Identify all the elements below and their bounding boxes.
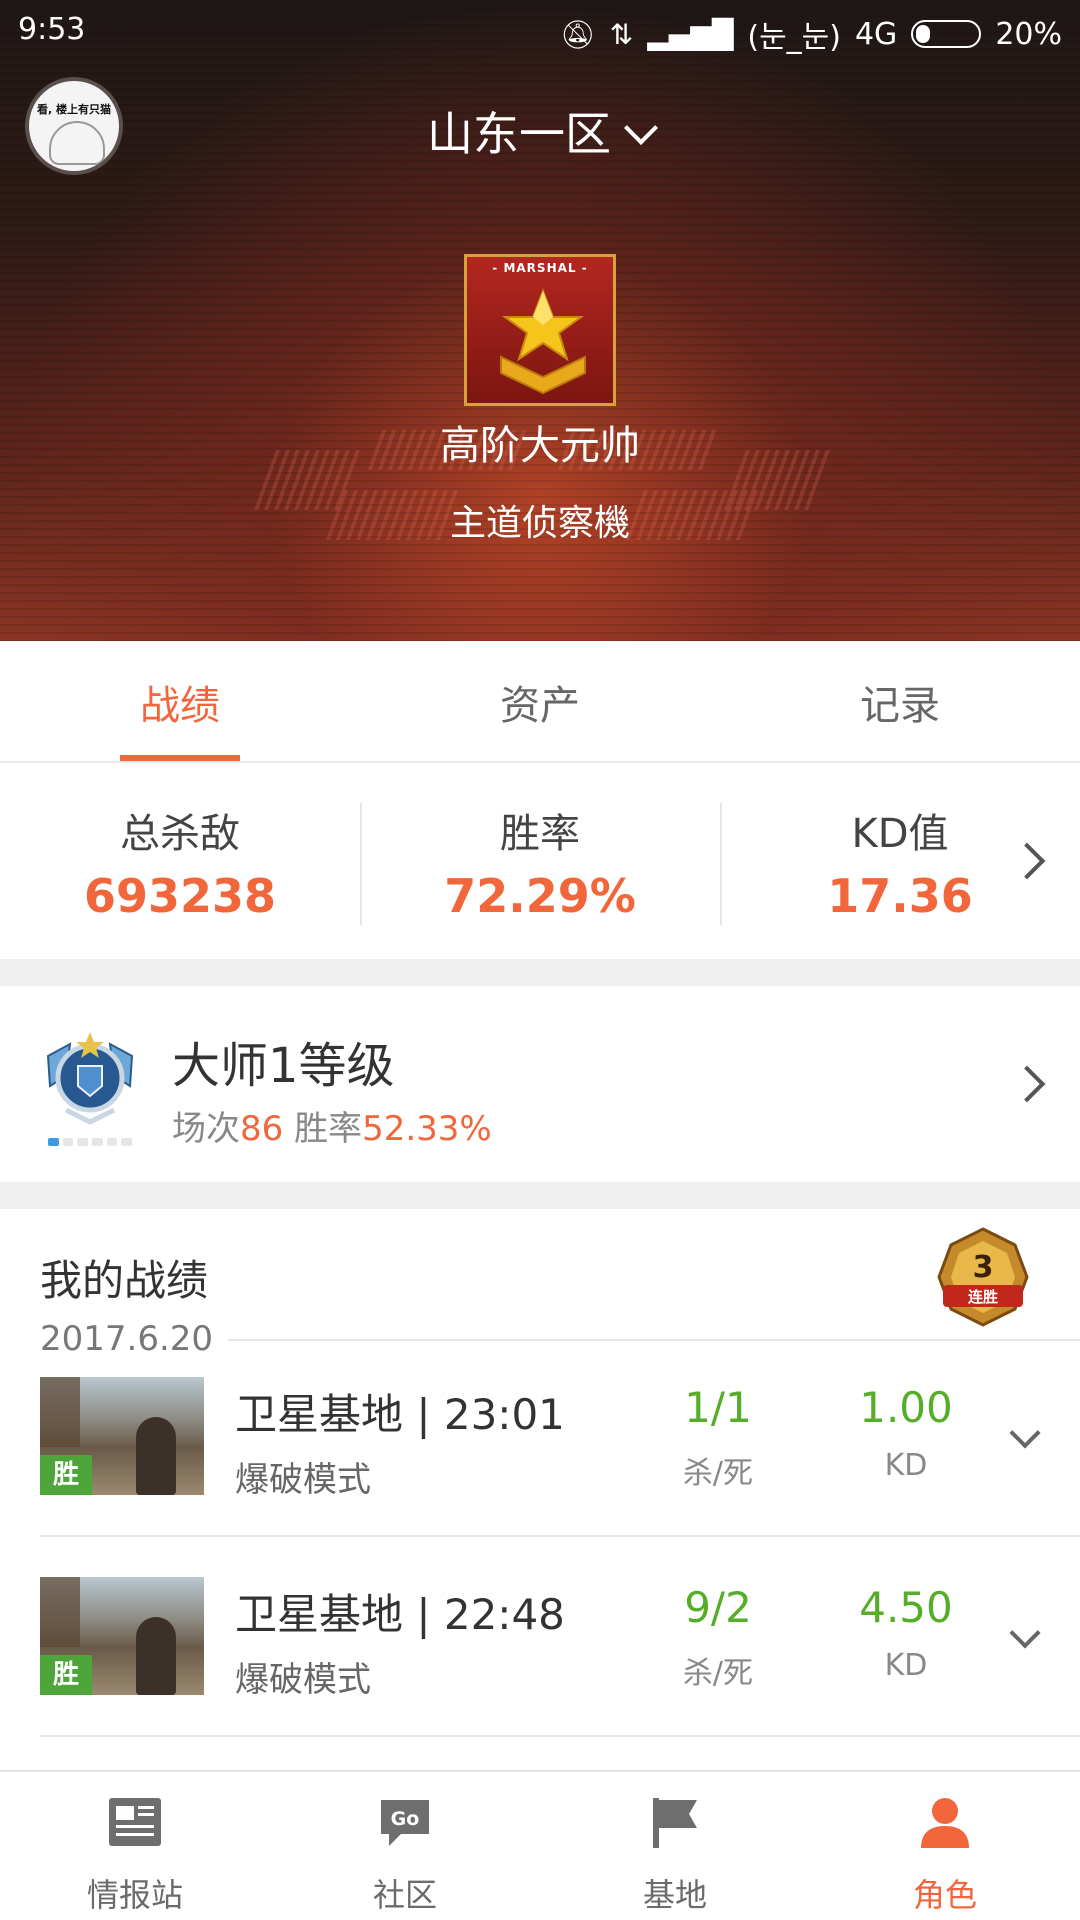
kd-ratio-label: KD bbox=[884, 1448, 928, 1483]
section-divider bbox=[0, 959, 1080, 986]
player-name: 主道侦察機 bbox=[449, 503, 630, 544]
chevron-down-icon bbox=[624, 111, 658, 145]
server-name: 山东一区 bbox=[427, 107, 611, 161]
nav-label: 社区 bbox=[372, 1876, 437, 1914]
map-thumbnail: 胜 bbox=[40, 1577, 204, 1695]
status-bar: 9:53 🔕︎ ⇅ ▂▄▆█ (눈_눈) 4G 20% bbox=[0, 0, 1080, 60]
nav-intel[interactable]: 情报站 bbox=[0, 1772, 270, 1920]
tab-record[interactable]: 战绩 bbox=[0, 641, 360, 761]
battery-percent: 20% bbox=[995, 16, 1062, 52]
map-thumbnail: 胜 bbox=[40, 1377, 204, 1495]
ranked-level-card[interactable]: 大师1等级 场次86 胜率52.33% bbox=[0, 986, 1080, 1182]
mute-icon: 🔕︎ bbox=[560, 17, 596, 51]
kills-deaths: 9/2 杀/死 bbox=[638, 1583, 798, 1692]
kd-ratio-value: 4.50 bbox=[859, 1583, 953, 1632]
nav-character[interactable]: 角色 bbox=[810, 1772, 1080, 1920]
svg-text:Go: Go bbox=[391, 1808, 420, 1830]
master-rank-emblem-icon bbox=[46, 1032, 134, 1125]
win-badge: 胜 bbox=[40, 1655, 92, 1695]
stat-value: 72.29% bbox=[444, 869, 636, 923]
record-date: 2017.6.20 bbox=[40, 1319, 214, 1359]
network-type: 4G bbox=[854, 16, 898, 52]
match-map-time: 卫星基地 | 23:01 bbox=[235, 1390, 565, 1439]
kills-deaths-label: 杀/死 bbox=[682, 1456, 754, 1491]
level-progress-dots bbox=[48, 1138, 133, 1146]
kills-deaths-value: 1/1 bbox=[684, 1383, 752, 1432]
match-mode: 爆破模式 bbox=[235, 1660, 371, 1700]
stats-summary[interactable]: 总杀敌 693238 胜率 72.29% KD值 17.36 bbox=[0, 763, 1080, 959]
tab-history[interactable]: 记录 bbox=[720, 641, 1080, 761]
bottom-navigation: 情报站 Go 社区 基地 角色 bbox=[0, 1770, 1080, 1920]
stat-value: 693238 bbox=[83, 869, 277, 923]
win-streak-badge-icon: 3 连胜 bbox=[937, 1227, 1029, 1327]
level-title: 大师1等级 bbox=[172, 1038, 395, 1094]
row-divider bbox=[40, 1535, 1080, 1537]
carrier-name: (눈_눈) bbox=[747, 20, 841, 55]
level-win-rate: 52.33% bbox=[362, 1109, 492, 1149]
streak-label: 连胜 bbox=[968, 1288, 998, 1306]
games-count: 86 bbox=[240, 1109, 284, 1149]
stat-label: 总杀敌 bbox=[120, 811, 240, 857]
kills-deaths-label: 杀/死 bbox=[682, 1656, 754, 1691]
chat-go-icon: Go bbox=[381, 1800, 429, 1846]
tab-bar: 战绩 资产 记录 bbox=[0, 641, 1080, 763]
profile-header: 9:53 🔕︎ ⇅ ▂▄▆█ (눈_눈) 4G 20% 看, 楼上有只猫 山东一… bbox=[0, 0, 1080, 641]
level-summary: 场次86 胜率52.33% bbox=[172, 1109, 492, 1149]
match-mode: 爆破模式 bbox=[235, 1460, 371, 1500]
stat-win-rate: 胜率 72.29% bbox=[360, 763, 720, 959]
rank-name: 高阶大元帅 bbox=[440, 423, 640, 469]
star-chevron-icon bbox=[500, 288, 586, 395]
kd-ratio: 4.50 KD bbox=[826, 1583, 986, 1683]
kills-deaths: 1/1 杀/死 bbox=[638, 1383, 798, 1492]
date-divider bbox=[228, 1339, 1080, 1341]
newspaper-icon bbox=[109, 1798, 161, 1846]
match-map-time: 卫星基地 | 22:48 bbox=[235, 1590, 565, 1639]
kd-ratio-value: 1.00 bbox=[859, 1383, 953, 1432]
win-badge: 胜 bbox=[40, 1455, 92, 1495]
data-transfer-icon: ⇅ bbox=[609, 17, 634, 51]
nav-base[interactable]: 基地 bbox=[540, 1772, 810, 1920]
rank-ribbon: - MARSHAL - bbox=[492, 261, 588, 275]
server-selector[interactable]: 山东一区 bbox=[0, 98, 1080, 164]
nav-label: 情报站 bbox=[86, 1876, 183, 1914]
kd-ratio: 1.00 KD bbox=[826, 1383, 986, 1483]
rank-badge: - MARSHAL - bbox=[464, 254, 616, 406]
section-divider bbox=[0, 1182, 1080, 1209]
streak-number: 3 bbox=[973, 1250, 994, 1285]
row-divider bbox=[40, 1735, 1080, 1737]
status-time: 9:53 bbox=[18, 12, 86, 47]
nav-label: 基地 bbox=[642, 1876, 707, 1914]
kills-deaths-value: 9/2 bbox=[684, 1583, 752, 1632]
signal-icon: ▂▄▆█ bbox=[647, 17, 734, 51]
person-icon bbox=[921, 1798, 969, 1848]
nav-community[interactable]: Go 社区 bbox=[270, 1772, 540, 1920]
kd-ratio-label: KD bbox=[884, 1648, 928, 1683]
records-title: 我的战绩 bbox=[40, 1256, 209, 1305]
flag-icon bbox=[653, 1798, 697, 1848]
stat-label: 胜率 bbox=[500, 811, 580, 857]
nav-label: 角色 bbox=[912, 1876, 977, 1914]
stat-total-kills: 总杀敌 693238 bbox=[0, 763, 360, 959]
battery-icon bbox=[911, 20, 982, 48]
tab-assets[interactable]: 资产 bbox=[360, 641, 720, 761]
